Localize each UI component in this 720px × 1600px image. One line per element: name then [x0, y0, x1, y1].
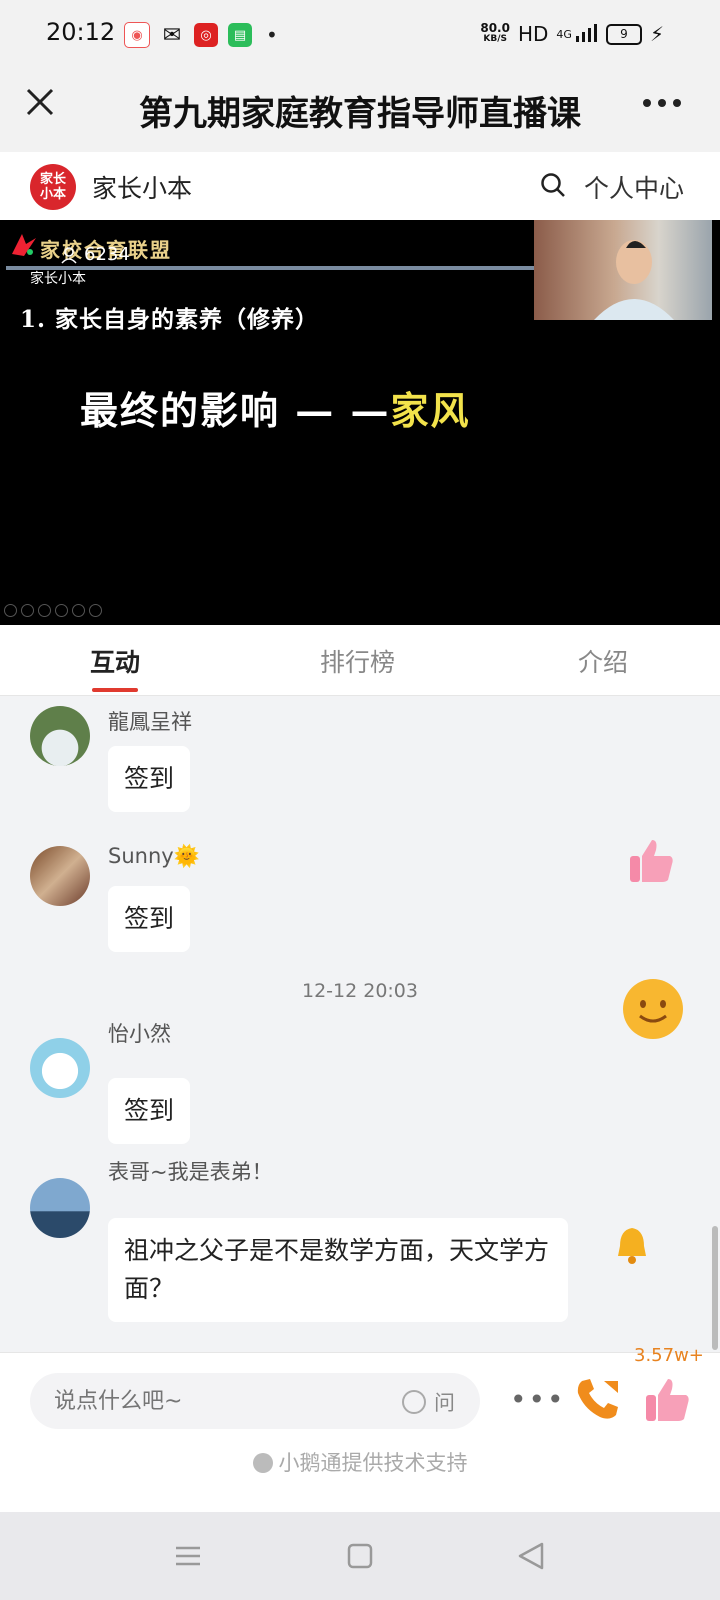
phone-call-icon[interactable]: [574, 1375, 622, 1423]
ask-toggle[interactable]: 问: [402, 1387, 455, 1417]
message-bubble: 签到: [108, 886, 191, 952]
zoom-control-icon[interactable]: [72, 604, 85, 617]
message-timestamp: 12-12 20:03: [301, 980, 418, 1002]
avatar[interactable]: [30, 706, 90, 766]
signal-icon: [575, 24, 597, 42]
network-type: 4G: [556, 27, 572, 41]
brand-name[interactable]: 家长小本: [92, 169, 192, 205]
search-icon[interactable]: [540, 172, 566, 198]
notification-icons: ◉ ✉ ◎ ▤ •: [124, 22, 278, 48]
prev-control-icon[interactable]: [4, 604, 17, 617]
message-username: 龍鳳呈祥: [108, 710, 192, 734]
tab-bar: 互动 排行榜 介绍: [0, 625, 720, 696]
next-control-icon[interactable]: [21, 604, 34, 617]
bottom-bar: 问 ••• 3.57w+ 小鹅通提供技术支持: [0, 1345, 720, 1513]
smile-emoji-icon: [623, 979, 683, 1039]
chat-list[interactable]: 龍鳳呈祥 签到 Sunny🌞 签到 12-12 20:03 怡小然 签到 表哥~…: [0, 696, 720, 1352]
viewer-count: 6234: [60, 244, 130, 265]
viewer-count-value: 6234: [84, 244, 130, 265]
speed-value: 80.0: [480, 21, 510, 35]
bell-icon: [618, 1228, 646, 1264]
network-speed: 80.0 KB/S: [480, 21, 510, 45]
slide-highlight: 家风: [390, 388, 471, 433]
more-options-button[interactable]: •••: [510, 1383, 566, 1416]
message-username: 怡小然: [108, 1022, 171, 1046]
support-label: 小鹅通提供技术支持: [278, 1451, 468, 1475]
scrollbar[interactable]: [712, 1226, 718, 1350]
tab-interaction[interactable]: 互动: [90, 643, 140, 679]
active-tab-indicator: [92, 688, 138, 692]
ask-label: 问: [434, 1391, 455, 1415]
slide-main-prefix: 最终的影响 — —: [80, 388, 391, 433]
app-red-icon: ◎: [194, 23, 218, 47]
copy-control-icon[interactable]: [55, 604, 68, 617]
system-nav-bar: [0, 1512, 720, 1600]
status-right: 80.0 KB/S HD 4G 9 ⚡: [480, 22, 664, 46]
more-notifications-dot: •: [266, 23, 278, 47]
page-title: 第九期家庭教育指导师直播课: [139, 94, 581, 134]
thumbs-up-icon: [630, 840, 673, 882]
status-time: 20:12: [46, 18, 116, 46]
charging-icon: ⚡: [649, 22, 664, 46]
alliance-logo-icon: [12, 234, 36, 256]
message-bubble: 签到: [108, 1078, 191, 1144]
wechat-icon: ✉: [162, 22, 182, 48]
presenter-image: [594, 240, 674, 320]
brand-bar: 家长 小本 家长小本 个人中心: [0, 152, 720, 220]
avatar[interactable]: [30, 1178, 90, 1238]
xiaoe-logo-icon: [252, 1453, 273, 1473]
back-icon[interactable]: [516, 1540, 546, 1572]
menu-icon[interactable]: [174, 1542, 202, 1570]
title-bar: 第九期家庭教育指导师直播课: [0, 70, 720, 152]
like-button-icon[interactable]: [642, 1375, 692, 1425]
hd-indicator: HD: [517, 22, 549, 46]
tab-leaderboard[interactable]: 排行榜: [320, 643, 395, 679]
more-control-icon[interactable]: [89, 604, 102, 617]
personal-center-link[interactable]: 个人中心: [584, 169, 684, 205]
logo-text-top: 家长: [39, 172, 66, 187]
user-icon: [61, 246, 77, 264]
player-controls[interactable]: [4, 604, 102, 617]
message-bubble: 签到: [108, 746, 191, 812]
ask-checkbox[interactable]: [402, 1390, 426, 1414]
like-count: 3.57w+: [634, 1345, 704, 1366]
tab-introduction[interactable]: 介绍: [578, 643, 628, 679]
more-icon[interactable]: [642, 98, 682, 108]
message-username: 表哥~我是表弟！: [108, 1160, 273, 1184]
avatar[interactable]: [30, 1038, 90, 1098]
support-text: 小鹅通提供技术支持: [0, 1447, 720, 1477]
pen-control-icon[interactable]: [38, 604, 51, 617]
app-notify-icon: ◉: [124, 22, 150, 48]
battery-icon: 9: [605, 23, 642, 45]
speed-unit: KB/S: [483, 34, 507, 44]
logo-text-bottom: 小本: [39, 187, 66, 202]
status-bar: 20:12 ◉ ✉ ◎ ▤ • 80.0 KB/S HD 4G 9 ⚡: [0, 0, 720, 70]
message-bubble: 祖冲之父子是不是数学方面，天文学方面？: [108, 1218, 568, 1322]
message-username: Sunny🌞: [108, 844, 200, 868]
brand-logo[interactable]: 家长 小本: [30, 164, 76, 210]
home-icon[interactable]: [346, 1542, 374, 1570]
slide-main-text: 最终的影响 — —家风: [80, 380, 470, 435]
presenter-camera: [534, 220, 712, 320]
app-green-icon: ▤: [228, 23, 252, 47]
slide-heading: 1. 家长自身的素养（修养）: [20, 306, 320, 333]
live-video-player[interactable]: 家校合育联盟 家长小本 6234 1. 家长自身的素养（修养） 最终的影响 — …: [0, 220, 720, 625]
watermark-text: 家长小本: [30, 271, 86, 287]
avatar[interactable]: [30, 846, 90, 906]
